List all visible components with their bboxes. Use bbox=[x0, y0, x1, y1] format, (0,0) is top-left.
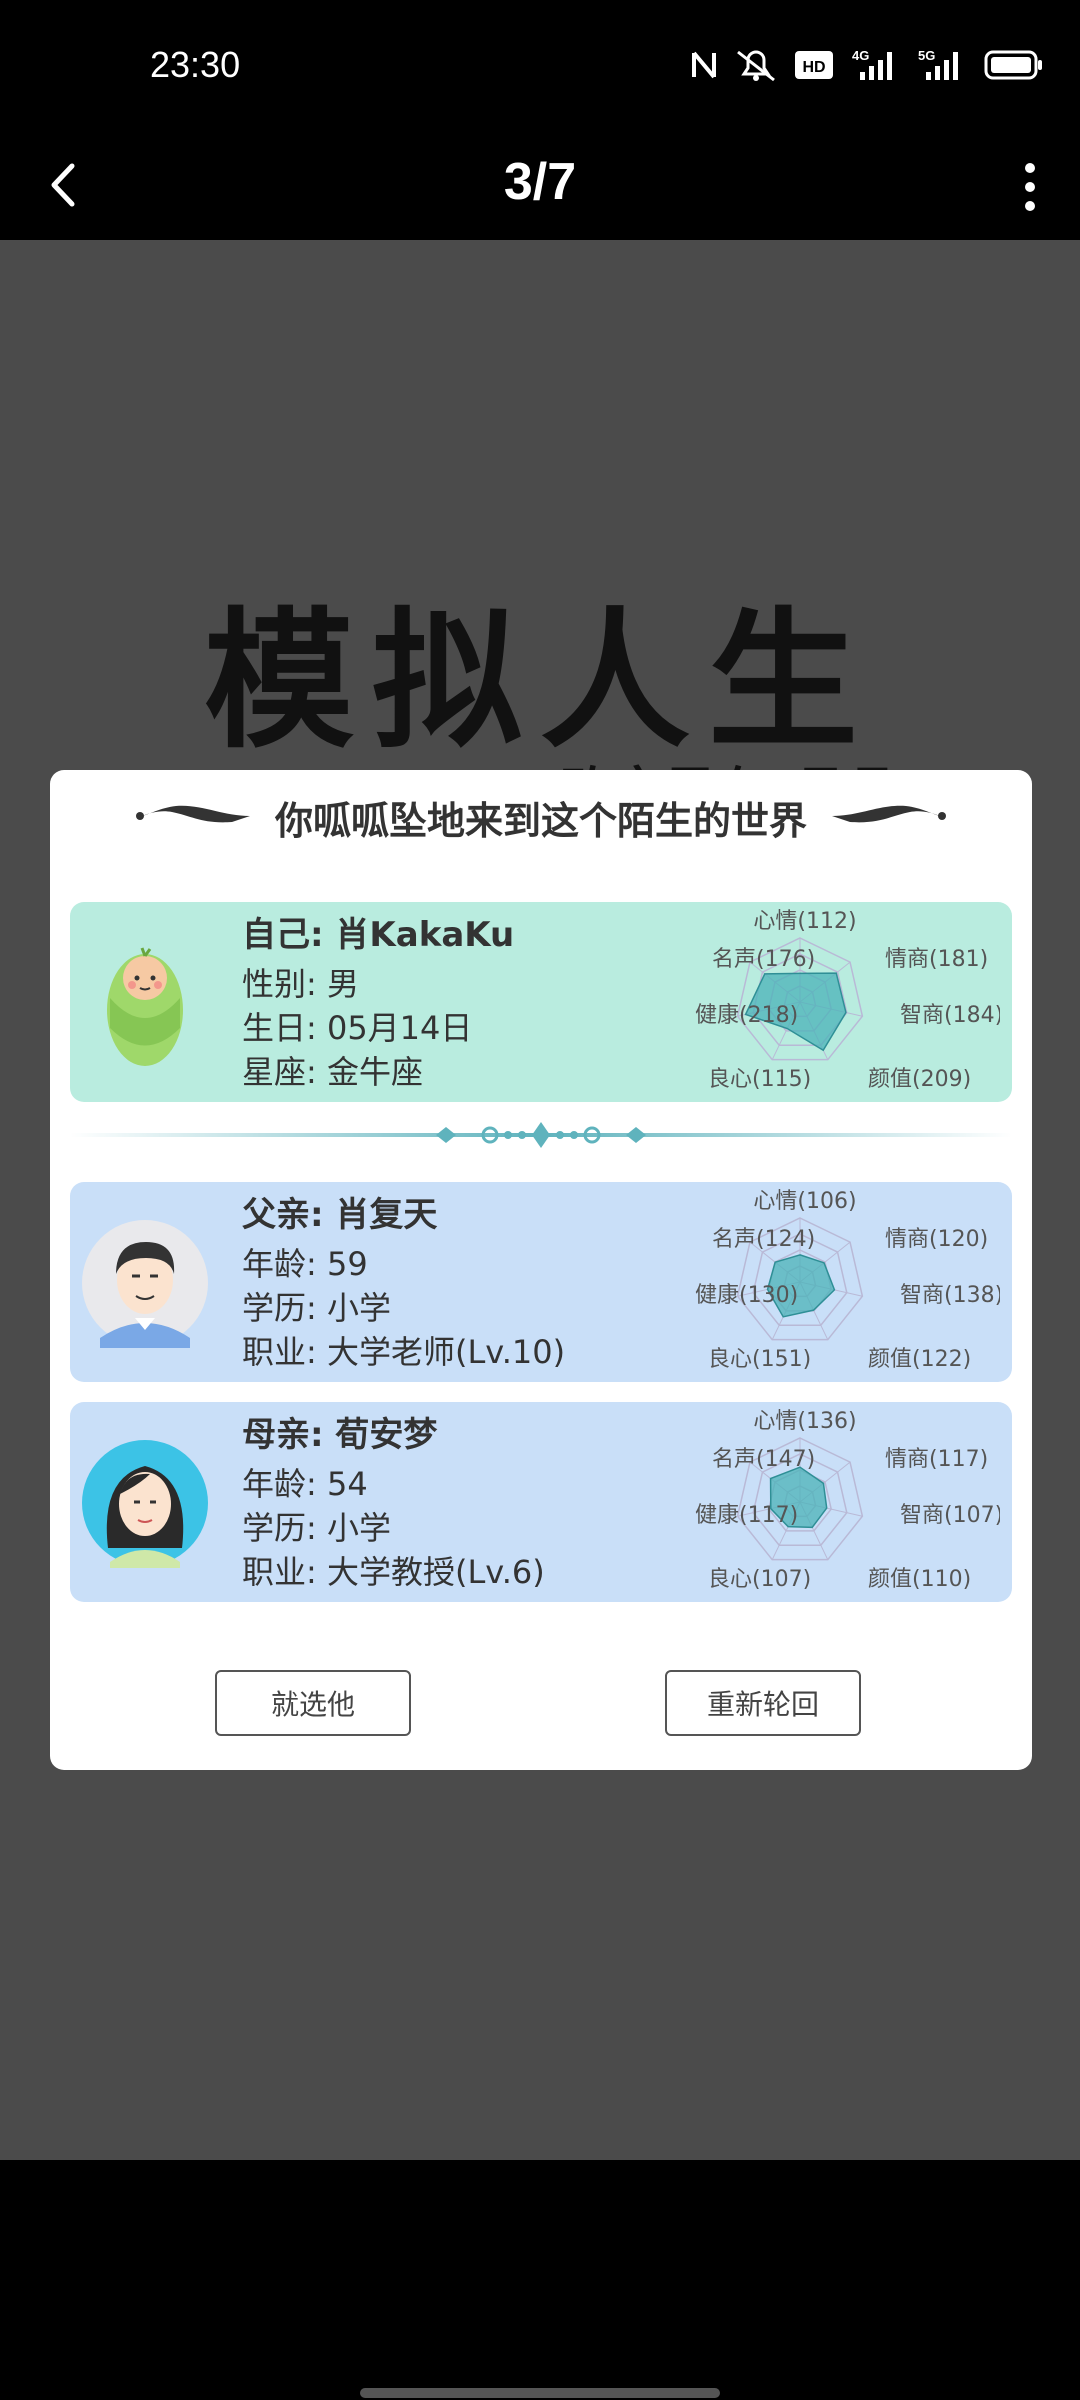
stat-label: 心情(112) bbox=[753, 909, 856, 934]
page-indicator: 3/7 bbox=[503, 153, 577, 211]
navigation-bar bbox=[0, 2160, 1080, 2400]
stat-label: 名声(176) bbox=[712, 947, 815, 972]
signal-5g-icon: 5G bbox=[918, 48, 958, 80]
mother-info: 母亲: 荀安梦 年龄: 54 学历: 小学 职业: 大学教授(Lv.6) bbox=[242, 1412, 545, 1594]
stat-label: 颜值(110) bbox=[868, 1567, 971, 1592]
self-radar-chart: 心情(112) 情商(181) 智商(184) 颜值(209) 良心(115) … bbox=[695, 909, 1000, 1092]
stat-label: 名声(124) bbox=[712, 1227, 815, 1252]
father-age: 年龄: 59 bbox=[242, 1245, 368, 1283]
father-name: 父亲: 肖复天 bbox=[242, 1195, 438, 1235]
stat-label: 良心(107) bbox=[708, 1567, 811, 1592]
baby-avatar bbox=[107, 947, 183, 1066]
stat-label: 颜值(209) bbox=[868, 1067, 971, 1092]
stat-label: 心情(106) bbox=[753, 1189, 856, 1214]
mother-card: 母亲: 荀安梦 年龄: 54 学历: 小学 职业: 大学教授(Lv.6) 心情(… bbox=[70, 1402, 1012, 1602]
mother-radar-chart: 心情(136) 情商(117) 智商(107) 颜值(110) 良心(107) … bbox=[695, 1409, 1000, 1592]
stat-label: 情商(117) bbox=[885, 1447, 988, 1472]
mother-education: 学历: 小学 bbox=[242, 1509, 391, 1547]
choose-button[interactable]: 就选他 bbox=[215, 1670, 411, 1736]
stat-label: 心情(136) bbox=[753, 1409, 856, 1434]
home-indicator[interactable] bbox=[360, 2388, 720, 2398]
self-gender: 性别: 男 bbox=[242, 965, 359, 1003]
stat-label: 情商(181) bbox=[885, 947, 988, 972]
birth-dialog: 你呱呱坠地来到这个陌生的世界 自己: 肖KakaKu 性别: 男 生日: 05月… bbox=[50, 770, 1032, 1770]
stat-label: 情商(120) bbox=[885, 1227, 988, 1252]
game-title: 模拟人生 bbox=[203, 595, 876, 769]
app-bar: 3/7 bbox=[0, 130, 1080, 240]
self-card: 自己: 肖KakaKu 性别: 男 生日: 05月14日 星座: 金牛座 心情(… bbox=[70, 902, 1012, 1102]
mother-age: 年龄: 54 bbox=[242, 1465, 368, 1503]
mute-icon bbox=[737, 50, 775, 82]
father-card: 父亲: 肖复天 年龄: 59 学历: 小学 职业: 大学老师(Lv.10) 心情… bbox=[70, 1182, 1012, 1382]
father-education: 学历: 小学 bbox=[242, 1289, 391, 1327]
self-name: 自己: 肖KakaKu bbox=[242, 915, 515, 955]
father-job: 职业: 大学老师(Lv.10) bbox=[242, 1333, 566, 1371]
stat-label: 名声(147) bbox=[712, 1447, 815, 1472]
ornament-divider bbox=[70, 1122, 1012, 1148]
self-birthday: 生日: 05月14日 bbox=[242, 1009, 473, 1047]
stat-label: 智商(184) bbox=[900, 1003, 1000, 1028]
self-zodiac: 星座: 金牛座 bbox=[242, 1053, 423, 1091]
status-time: 23:30 bbox=[150, 44, 241, 85]
status-bar: 23:30 HD 4G 5G bbox=[0, 0, 1080, 130]
mother-avatar bbox=[82, 1440, 208, 1568]
flourish-right-icon bbox=[832, 805, 946, 823]
content-area: 模拟人生 改变另有 哽咽 你呱呱坠地来到这个陌生的世界 自己: 肖KakaK bbox=[0, 240, 1080, 2160]
svg-text:HD: HD bbox=[802, 59, 825, 76]
status-icons: HD 4G 5G bbox=[690, 48, 1044, 82]
battery-icon bbox=[984, 50, 1042, 80]
hd-icon: HD bbox=[795, 51, 833, 79]
stat-label: 健康(218) bbox=[695, 1003, 798, 1028]
signal-4g-icon: 4G bbox=[852, 48, 892, 80]
stat-label: 智商(107) bbox=[900, 1503, 1000, 1528]
stat-label: 健康(117) bbox=[695, 1503, 798, 1528]
mother-job: 职业: 大学教授(Lv.6) bbox=[242, 1553, 545, 1591]
stat-label: 颜值(122) bbox=[868, 1347, 971, 1372]
father-radar-chart: 心情(106) 情商(120) 智商(138) 颜值(122) 良心(151) … bbox=[695, 1189, 1000, 1372]
stat-label: 智商(138) bbox=[900, 1283, 1000, 1308]
svg-text:5G: 5G bbox=[918, 48, 935, 63]
mother-name: 母亲: 荀安梦 bbox=[242, 1415, 438, 1455]
more-options-icon[interactable] bbox=[1018, 160, 1042, 214]
father-avatar bbox=[82, 1220, 208, 1348]
stat-label: 良心(115) bbox=[708, 1067, 811, 1092]
reroll-button[interactable]: 重新轮回 bbox=[665, 1670, 861, 1736]
svg-text:4G: 4G bbox=[852, 48, 869, 63]
father-info: 父亲: 肖复天 年龄: 59 学历: 小学 职业: 大学老师(Lv.10) bbox=[242, 1192, 565, 1374]
self-info: 自己: 肖KakaKu 性别: 男 生日: 05月14日 星座: 金牛座 bbox=[242, 912, 514, 1094]
nfc-icon bbox=[692, 51, 716, 79]
stat-label: 良心(151) bbox=[708, 1347, 811, 1372]
stat-label: 健康(130) bbox=[695, 1283, 798, 1308]
